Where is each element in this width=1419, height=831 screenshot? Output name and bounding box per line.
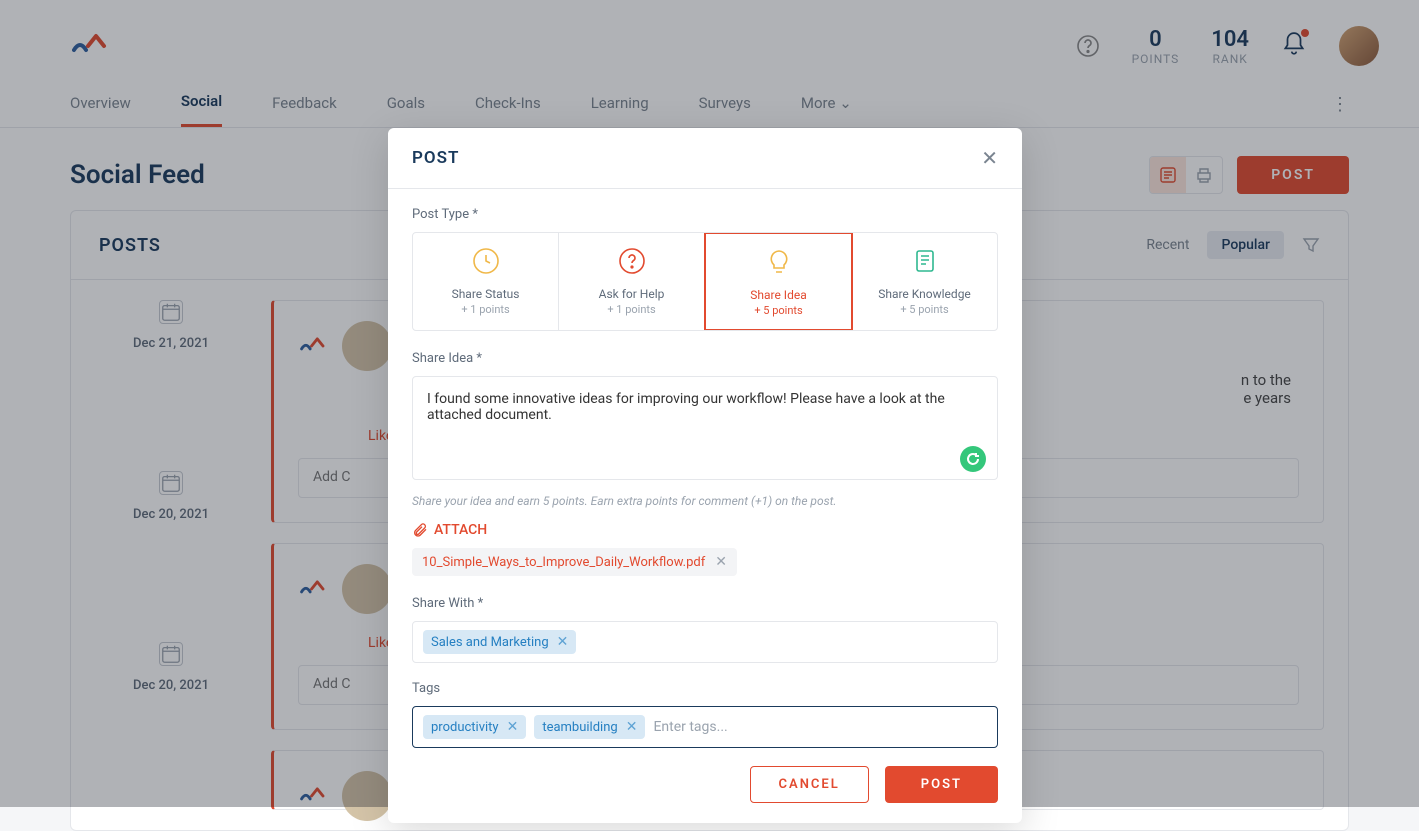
modal-header: POST ✕ <box>388 128 1022 189</box>
modal-footer: CANCEL POST <box>388 766 1022 803</box>
knowledge-icon <box>911 247 939 275</box>
modal-body: Post Type * Share Status + 1 points Ask … <box>388 189 1022 748</box>
help-type-icon <box>618 247 646 275</box>
type-ask-help[interactable]: Ask for Help + 1 points <box>559 233 705 330</box>
post-type-grid: Share Status + 1 points Ask for Help + 1… <box>412 232 998 331</box>
tag-chip: teambuilding ✕ <box>534 715 645 739</box>
tags-input[interactable] <box>653 719 987 735</box>
tags-label: Tags <box>412 681 998 696</box>
type-share-status[interactable]: Share Status + 1 points <box>413 233 559 330</box>
tag-chip: productivity ✕ <box>423 715 526 739</box>
remove-chip-icon[interactable]: ✕ <box>557 634 569 650</box>
idea-hint: Share your idea and earn 5 points. Earn … <box>412 494 998 508</box>
idea-textarea[interactable] <box>412 376 998 480</box>
share-chip: Sales and Marketing ✕ <box>423 630 576 654</box>
modal-title: POST <box>412 148 459 168</box>
grammarly-icon[interactable] <box>960 446 986 472</box>
paperclip-icon <box>412 522 428 538</box>
remove-attachment-icon[interactable]: ✕ <box>715 554 727 570</box>
post-type-label: Post Type * <box>412 207 998 222</box>
submit-post-button[interactable]: POST <box>885 766 998 803</box>
close-icon[interactable]: ✕ <box>981 146 998 170</box>
type-share-knowledge[interactable]: Share Knowledge + 5 points <box>852 233 997 330</box>
remove-tag-icon[interactable]: ✕ <box>626 719 638 735</box>
share-with-input[interactable]: Sales and Marketing ✕ <box>412 621 998 663</box>
attachment-chip: 10_Simple_Ways_to_Improve_Daily_Workflow… <box>412 548 737 576</box>
post-modal: POST ✕ Post Type * Share Status + 1 poin… <box>388 128 1022 823</box>
app-root: 0 POINTS 104 RANK Overview Social Feedba… <box>0 0 1419 807</box>
cancel-button[interactable]: CANCEL <box>750 766 869 803</box>
idea-icon <box>765 248 793 276</box>
attach-button[interactable]: ATTACH <box>412 522 998 538</box>
attachment-name: 10_Simple_Ways_to_Improve_Daily_Workflow… <box>422 555 705 570</box>
type-share-idea[interactable]: Share Idea + 5 points <box>704 232 853 331</box>
remove-tag-icon[interactable]: ✕ <box>507 719 519 735</box>
tags-input-box[interactable]: productivity ✕ teambuilding ✕ <box>412 706 998 748</box>
idea-label: Share Idea * <box>412 351 998 366</box>
share-with-label: Share With * <box>412 596 998 611</box>
status-icon <box>472 247 500 275</box>
